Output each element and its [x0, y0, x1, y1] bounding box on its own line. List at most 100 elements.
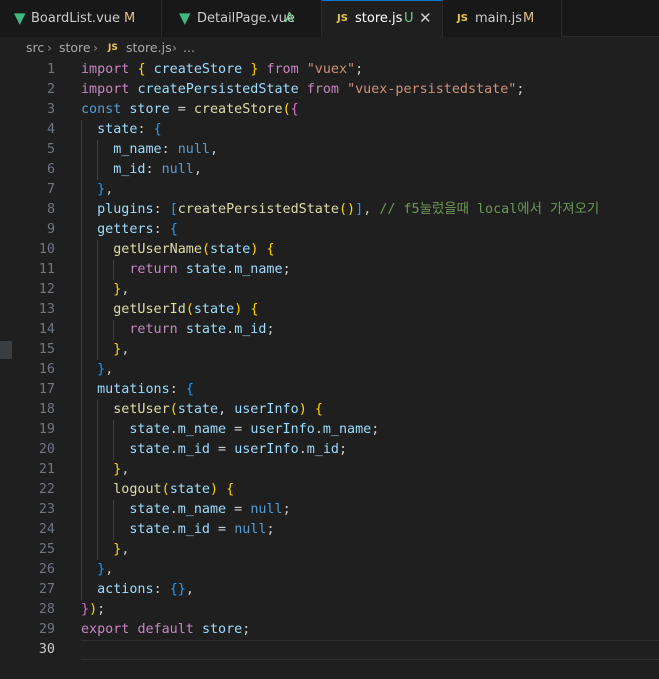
code-line[interactable]: 3 const store = createStore({: [0, 100, 659, 120]
line-number: 25: [38, 542, 55, 557]
code-token: getUserId: [113, 302, 186, 317]
code-token: :: [153, 222, 170, 237]
code-line[interactable]: 27 actions: {},: [0, 580, 659, 600]
code-token: .: [169, 522, 178, 537]
code-line[interactable]: 17 mutations: {: [0, 380, 659, 400]
tab-detailpage-vue[interactable]: ▼ DetailPage.vue A: [162, 0, 322, 37]
code-token: ;: [242, 622, 251, 637]
code-line[interactable]: 9 getters: {: [0, 220, 659, 240]
code-line[interactable]: 11 return state.m_name;: [0, 260, 659, 280]
code-line[interactable]: 20 state.m_id = userInfo.m_id;: [0, 440, 659, 460]
code-token: store: [129, 102, 170, 117]
code-line[interactable]: 10 getUserName(state) {: [0, 240, 659, 260]
line-number: 3: [46, 102, 55, 117]
code-line[interactable]: 19 state.m_name = userInfo.m_name;: [0, 420, 659, 440]
code-token: createStore: [193, 102, 283, 117]
code-line[interactable]: 25 },: [0, 540, 659, 560]
js-file-icon: JS: [457, 13, 468, 24]
code-token: {: [169, 222, 178, 237]
code-line[interactable]: 21 },: [0, 460, 659, 480]
code-line[interactable]: 30: [0, 640, 659, 660]
code-token: ;: [339, 442, 348, 457]
breadcrumb: src › store › JS store.js › ...: [0, 38, 659, 58]
code-line[interactable]: 16 },: [0, 360, 659, 380]
code-token: null: [250, 502, 283, 517]
breadcrumb-item-symbols[interactable]: ...: [183, 38, 195, 58]
code-token: =: [210, 522, 235, 537]
code-line[interactable]: 13 getUserId(state) {: [0, 300, 659, 320]
code-line[interactable]: 4 state: {: [0, 120, 659, 140]
code-text: state: {: [81, 120, 162, 140]
line-number: 21: [38, 462, 55, 477]
breadcrumb-item-store-js[interactable]: store.js: [126, 38, 172, 58]
code-token: (: [169, 402, 178, 417]
code-token: }: [97, 182, 106, 197]
code-line[interactable]: 5 m_name: null,: [0, 140, 659, 160]
code-token: logout: [113, 482, 162, 497]
tab-store-js[interactable]: JS store.js U ✕: [322, 0, 443, 38]
close-icon[interactable]: ✕: [419, 1, 432, 36]
code-token: state: [97, 122, 138, 137]
code-token: // f5눌렀을때 local에서 가져오기: [379, 202, 600, 217]
code-line[interactable]: 2 import createPersistedState from "vuex-…: [0, 80, 659, 100]
code-token: userInfo: [250, 422, 315, 437]
code-editor[interactable]: 1 import { createStore } from "vuex"; 2 imp…: [0, 60, 659, 679]
breadcrumb-item-src[interactable]: src: [26, 38, 44, 58]
code-line[interactable]: 6 m_id: null,: [0, 160, 659, 180]
code-token: ): [298, 402, 307, 417]
code-text: actions: {},: [81, 580, 194, 600]
code-line[interactable]: 12 },: [0, 280, 659, 300]
code-text: },: [81, 180, 113, 200]
line-number: 29: [38, 622, 55, 637]
code-line[interactable]: 18 setUser(state, userInfo) {: [0, 400, 659, 420]
code-line[interactable]: 15 },: [0, 340, 659, 360]
breadcrumb-item-store-folder[interactable]: store: [59, 38, 91, 58]
line-number: 30: [38, 642, 55, 657]
code-token: :: [169, 382, 186, 397]
code-token: state: [177, 402, 219, 417]
line-number: 15: [38, 342, 55, 357]
line-number: 23: [38, 502, 55, 517]
code-line[interactable]: 8 plugins: [createPersistedState()], // …: [0, 200, 659, 220]
code-line[interactable]: 26 },: [0, 560, 659, 580]
code-token: [: [169, 202, 178, 217]
tab-main-js[interactable]: JS main.js M: [443, 0, 562, 37]
tab-boardlist-vue[interactable]: ▼ BoardList.vue M: [0, 0, 162, 37]
code-token: =: [226, 422, 251, 437]
code-token: null: [177, 142, 210, 157]
code-token: =: [169, 102, 194, 117]
code-text: state.m_id = null;: [81, 520, 274, 540]
code-line[interactable]: 22 logout(state) {: [0, 480, 659, 500]
code-line[interactable]: 24 state.m_id = null;: [0, 520, 659, 540]
code-line[interactable]: 14 return state.m_id;: [0, 320, 659, 340]
code-line[interactable]: 28});: [0, 600, 659, 620]
code-line[interactable]: 7 },: [0, 180, 659, 200]
code-token: from: [266, 62, 299, 77]
code-line[interactable]: 23 state.m_name = null;: [0, 500, 659, 520]
code-line[interactable]: 29 export default store;: [0, 620, 659, 640]
code-line[interactable]: 1 import { createStore } from "vuex";: [0, 60, 659, 80]
code-token: state: [169, 482, 210, 497]
code-text: },: [81, 540, 129, 560]
line-number: 6: [46, 162, 55, 177]
code-token: ,: [210, 142, 219, 157]
code-token: state: [129, 422, 170, 437]
code-token: state: [129, 502, 170, 517]
js-file-icon: JS: [108, 43, 118, 53]
code-token: userInfo: [234, 402, 299, 417]
code-token: ;: [282, 262, 291, 277]
indent-guide: [112, 420, 114, 460]
code-token: ;: [266, 322, 275, 337]
code-token: :: [153, 202, 170, 217]
code-text: setUser(state, userInfo) {: [81, 400, 323, 420]
line-number: 24: [38, 522, 55, 537]
line-number: 8: [46, 202, 55, 217]
